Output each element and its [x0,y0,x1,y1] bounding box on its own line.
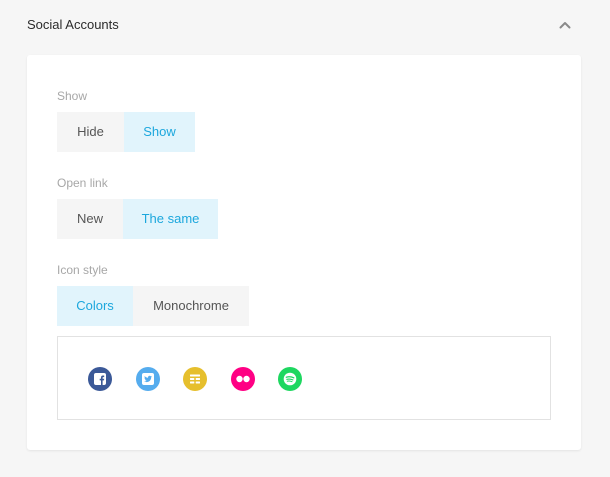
twitter-icon[interactable] [136,367,160,391]
show-show-option[interactable]: Show [124,112,195,152]
icon-style-monochrome-option[interactable]: Monochrome [133,286,249,326]
icon-style-toggle: Colors Monochrome [57,286,249,326]
icon-style-colors-option[interactable]: Colors [57,286,133,326]
flickr-icon[interactable] [231,367,255,391]
open-link-same-option[interactable]: The same [123,199,218,239]
open-link-label: Open link [57,176,108,190]
show-hide-option[interactable]: Hide [57,112,124,152]
facebook-icon[interactable] [88,367,112,391]
chevron-up-icon[interactable] [556,16,574,34]
open-link-toggle: New The same [57,199,218,239]
meetup-icon[interactable] [183,367,207,391]
settings-card: Show Hide Show Open link New The same Ic… [27,55,581,450]
show-toggle: Hide Show [57,112,195,152]
social-icons-preview [57,336,551,420]
spotify-icon[interactable] [278,367,302,391]
open-link-new-option[interactable]: New [57,199,123,239]
panel-title: Social Accounts [27,17,119,32]
icon-style-label: Icon style [57,263,108,277]
panel-header[interactable]: Social Accounts [0,0,610,48]
show-label: Show [57,89,88,103]
